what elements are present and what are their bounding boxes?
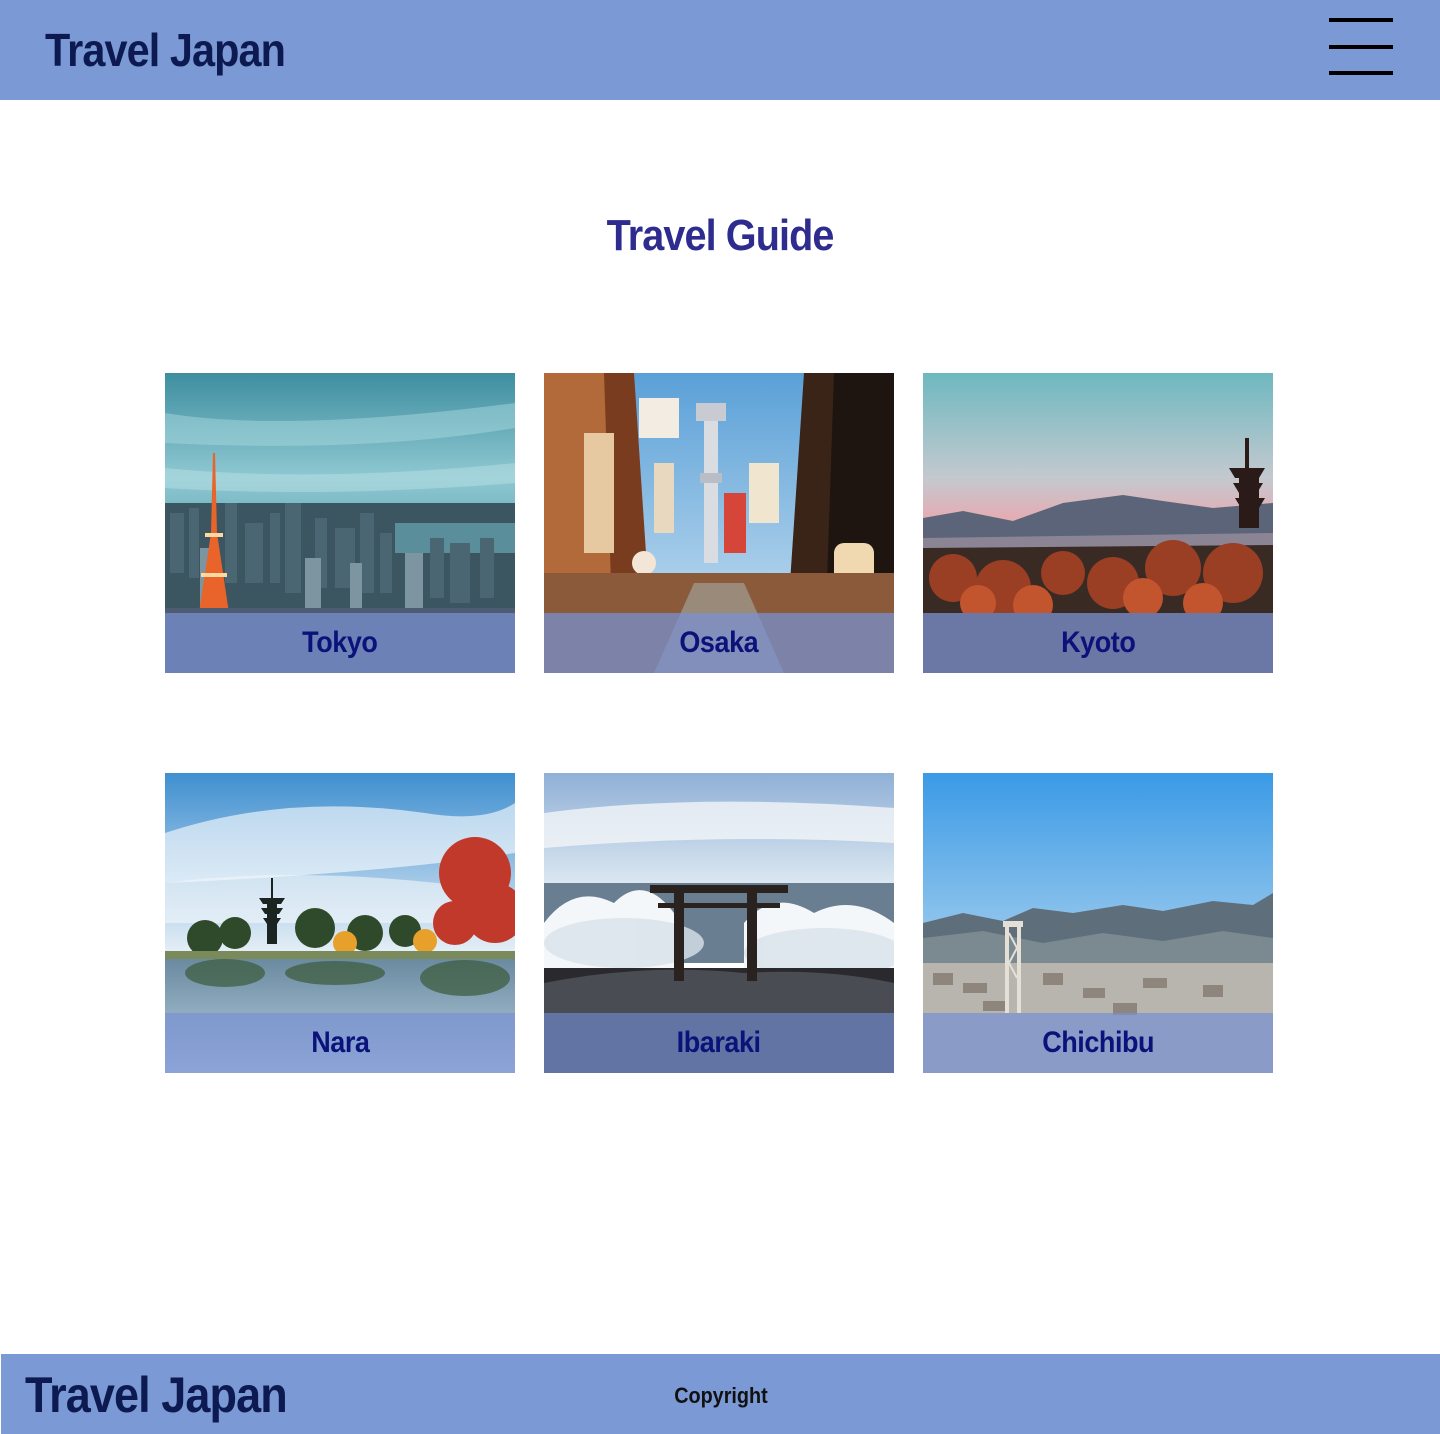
destination-card-tokyo[interactable]: Tokyo — [165, 373, 515, 673]
site-header: Travel Japan — [0, 0, 1440, 100]
menu-bar-top — [1329, 18, 1393, 22]
card-label-tokyo: Tokyo — [302, 626, 378, 659]
copyright-text: Copyright — [673, 1383, 768, 1408]
card-label-chichibu: Chichibu — [1042, 1026, 1154, 1059]
site-logo[interactable]: Travel Japan — [45, 22, 286, 78]
hamburger-menu-icon[interactable] — [1329, 18, 1393, 76]
destination-card-kyoto[interactable]: Kyoto — [923, 373, 1273, 673]
destination-card-osaka[interactable]: Osaka — [544, 373, 894, 673]
destination-card-nara[interactable]: Nara — [165, 773, 515, 1073]
card-label-kyoto: Kyoto — [1060, 626, 1136, 659]
card-label-osaka: Osaka — [679, 626, 759, 659]
page-title: Travel Guide — [606, 211, 835, 260]
destination-card-chichibu[interactable]: Chichibu — [923, 773, 1273, 1073]
card-label-nara: Nara — [310, 1026, 370, 1059]
card-label-ibaraki: Ibaraki — [677, 1026, 761, 1059]
menu-bar-bottom — [1329, 71, 1393, 75]
destination-card-ibaraki[interactable]: Ibaraki — [544, 773, 894, 1073]
site-footer: Travel Japan Copyright — [1, 1354, 1440, 1434]
page: Travel Japan Travel Guide Tokyo Osaka Ky… — [0, 0, 1440, 1434]
menu-bar-middle — [1329, 45, 1393, 49]
